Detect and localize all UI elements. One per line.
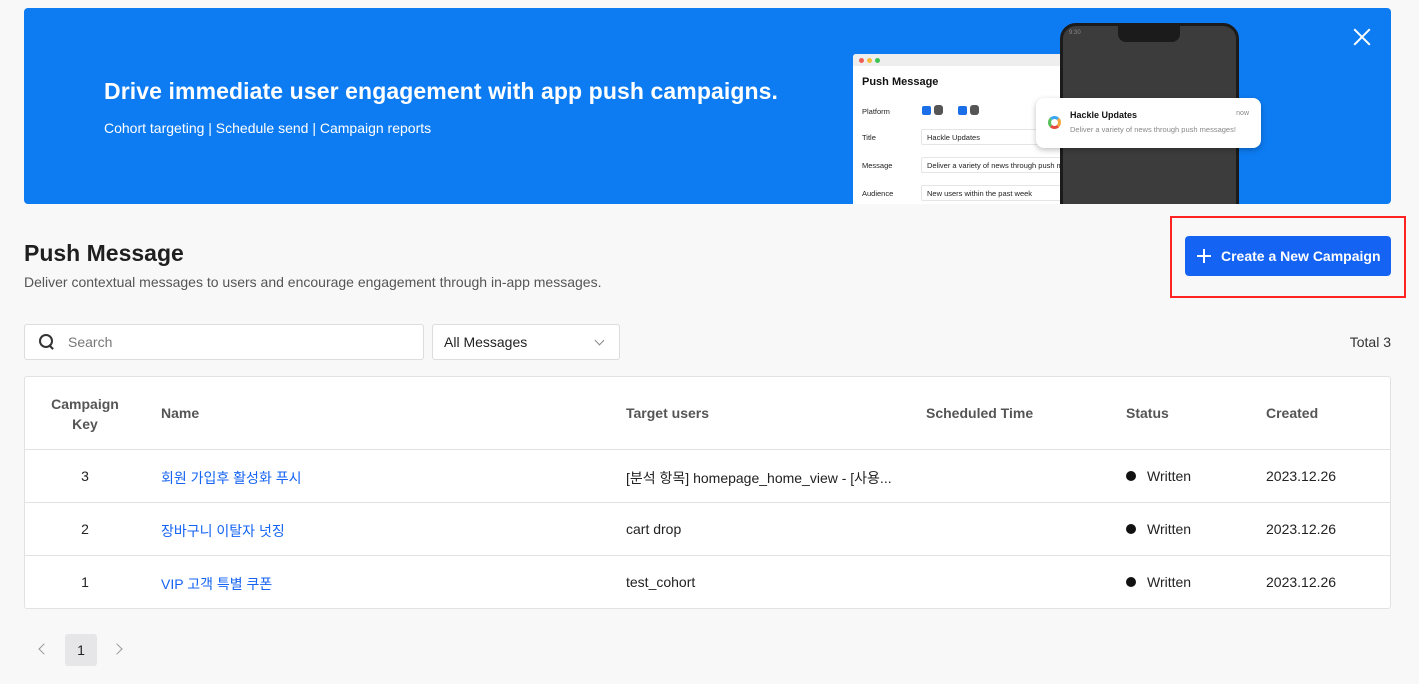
illustration-message-label: Message xyxy=(862,161,893,170)
illustration-message-field: Deliver a variety of news through push m… xyxy=(921,157,1071,173)
page-title: Push Message xyxy=(24,240,184,266)
column-header-target[interactable]: Target users xyxy=(626,405,709,421)
banner-subtitle: Cohort targeting | Schedule send | Campa… xyxy=(104,120,432,136)
search-box xyxy=(24,324,424,360)
plus-icon xyxy=(1197,249,1211,263)
notification-card: Hackle Updates now Deliver a variety of … xyxy=(1036,98,1261,148)
illustration-platform-label: Platform xyxy=(862,107,890,116)
campaign-key: 1 xyxy=(81,574,89,590)
column-header-key[interactable]: Campaign Key xyxy=(45,394,125,434)
table-row[interactable]: 3 회원 가입후 활성화 푸시 [분석 항목] homepage_home_vi… xyxy=(25,450,1390,503)
target-users: [분석 항목] homepage_home_view - [사용... xyxy=(626,470,892,486)
phone-notch xyxy=(1118,26,1180,42)
android-icon xyxy=(934,105,943,115)
page: Drive immediate user engagement with app… xyxy=(0,0,1419,684)
total-count: Total 3 xyxy=(1349,334,1391,350)
status-dot-icon xyxy=(1126,471,1136,481)
status-dot-icon xyxy=(1126,524,1136,534)
status-cell: Written xyxy=(1126,521,1191,537)
close-icon[interactable] xyxy=(1351,26,1373,48)
checkbox-icon xyxy=(922,106,931,115)
illustration-audience-field: New users within the past week xyxy=(921,185,1071,201)
campaign-key: 3 xyxy=(81,468,89,484)
campaign-table: Campaign Key Name Target users Scheduled… xyxy=(24,376,1391,609)
illustration-title: Push Message xyxy=(862,76,939,88)
table-row[interactable]: 2 장바구니 이탈자 넛징 cart drop Written 2023.12.… xyxy=(25,503,1390,556)
created-date: 2023.12.26 xyxy=(1266,521,1337,537)
search-input[interactable] xyxy=(68,334,388,350)
column-header-name[interactable]: Name xyxy=(161,405,199,421)
prev-page-icon[interactable] xyxy=(38,643,50,655)
next-page-icon[interactable] xyxy=(111,643,123,655)
column-header-status[interactable]: Status xyxy=(1126,405,1169,421)
search-icon xyxy=(39,334,55,350)
status-text: Written xyxy=(1147,574,1192,590)
message-filter-select[interactable]: All Messages xyxy=(432,324,620,360)
page-number-button[interactable]: 1 xyxy=(65,634,97,666)
create-campaign-label: Create a New Campaign xyxy=(1221,248,1381,264)
phone-time: 9:30 xyxy=(1069,30,1081,36)
column-header-scheduled[interactable]: Scheduled Time xyxy=(926,405,1033,421)
notification-text: Deliver a variety of news through push m… xyxy=(1070,125,1236,134)
banner-title: Drive immediate user engagement with app… xyxy=(104,78,779,104)
notification-title: Hackle Updates xyxy=(1070,110,1138,120)
status-cell: Written xyxy=(1126,468,1191,484)
created-date: 2023.12.26 xyxy=(1266,574,1337,590)
create-campaign-button[interactable]: Create a New Campaign xyxy=(1185,236,1391,276)
apple-icon xyxy=(970,105,979,115)
chevron-down-icon xyxy=(594,335,605,346)
illustration-audience-label: Audience xyxy=(862,189,894,198)
table-row[interactable]: 1 VIP 고객 특별 쿠폰 test_cohort Written 2023.… xyxy=(25,556,1390,609)
status-text: Written xyxy=(1147,521,1192,537)
checkbox-icon xyxy=(958,106,967,115)
campaign-name-link[interactable]: 회원 가입후 활성화 푸시 xyxy=(161,468,301,488)
campaign-key: 2 xyxy=(81,521,89,537)
hackle-logo-icon xyxy=(1048,116,1061,129)
page-description: Deliver contextual messages to users and… xyxy=(24,274,602,290)
select-value: All Messages xyxy=(444,334,528,350)
status-dot-icon xyxy=(1126,577,1136,587)
status-text: Written xyxy=(1147,468,1192,484)
target-users: cart drop xyxy=(626,521,682,537)
campaign-name-link[interactable]: VIP 고객 특별 쿠폰 xyxy=(161,574,272,594)
illustration-title-label: Title xyxy=(862,133,876,142)
campaign-name-link[interactable]: 장바구니 이탈자 넛징 xyxy=(161,521,285,541)
window-titlebar xyxy=(853,54,1083,66)
column-header-created[interactable]: Created xyxy=(1266,405,1318,421)
notification-time: now xyxy=(1236,110,1249,117)
status-cell: Written xyxy=(1126,574,1191,590)
table-header: Campaign Key Name Target users Scheduled… xyxy=(25,377,1390,450)
created-date: 2023.12.26 xyxy=(1266,468,1337,484)
target-users: test_cohort xyxy=(626,574,696,590)
promo-banner: Drive immediate user engagement with app… xyxy=(24,8,1391,204)
